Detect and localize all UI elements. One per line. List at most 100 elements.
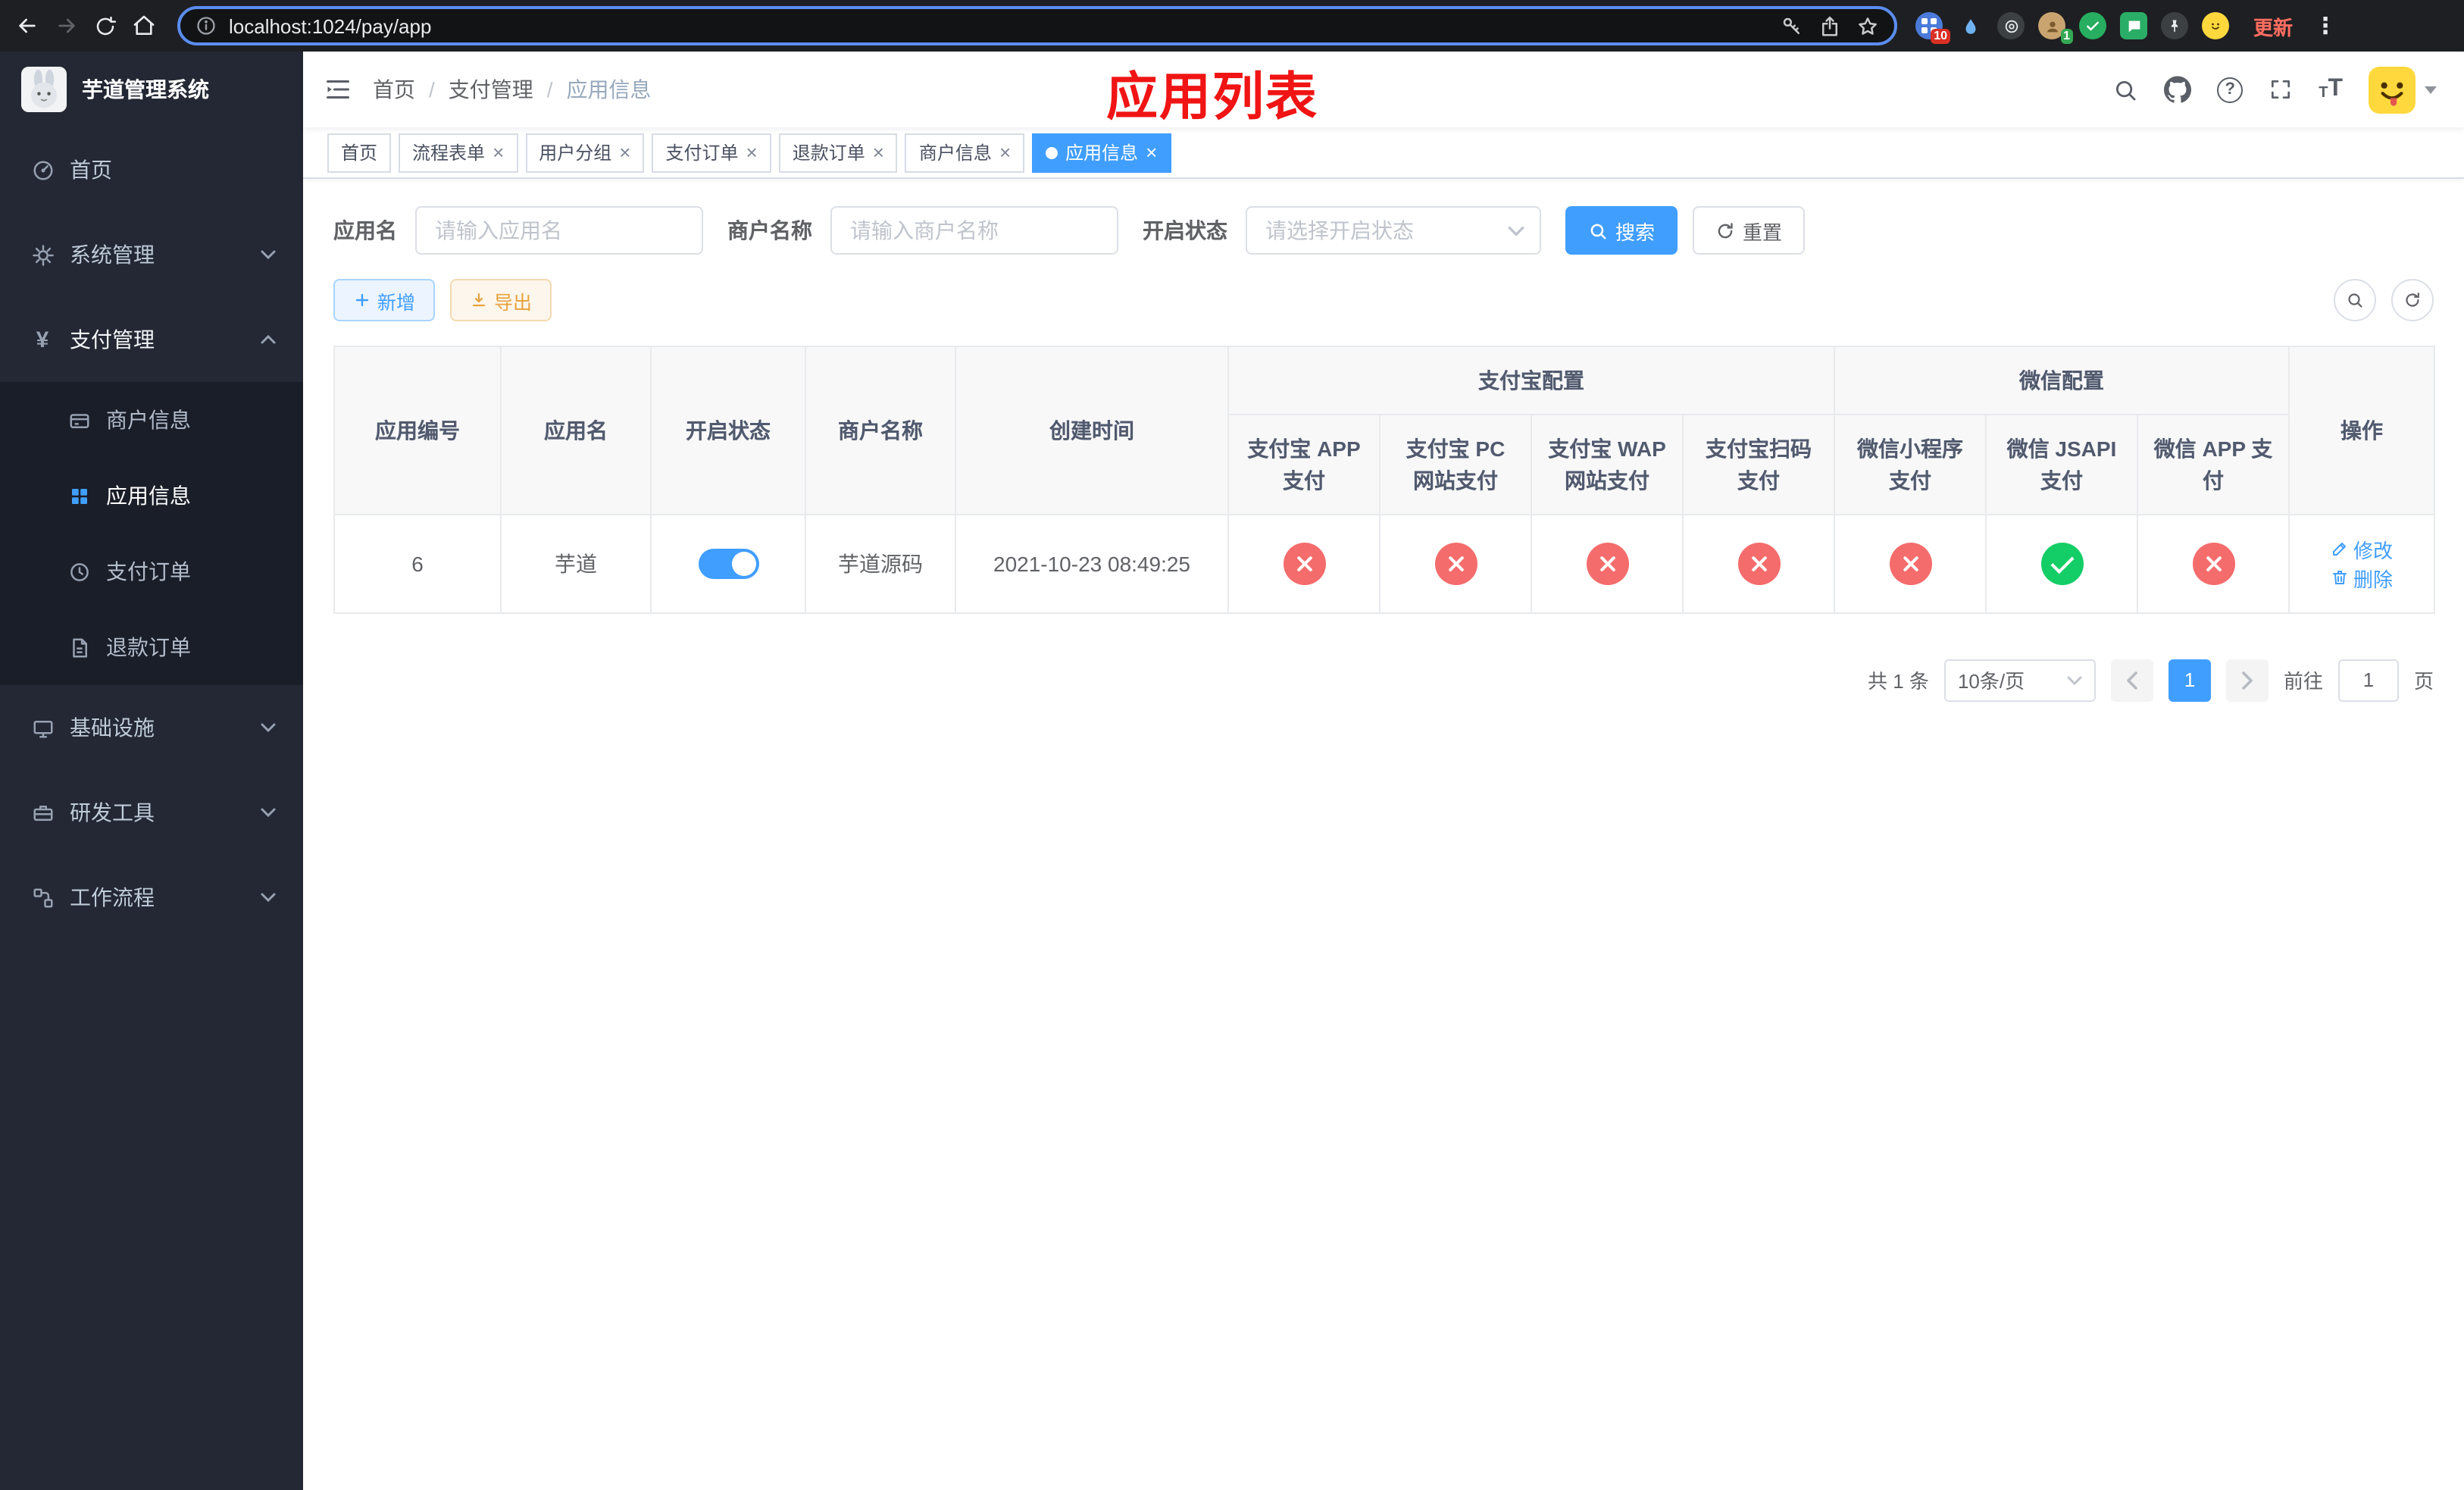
credit-card-icon xyxy=(67,408,91,431)
app-name-input[interactable] xyxy=(415,206,703,255)
url-text: localhost:1024/pay/app xyxy=(229,14,432,37)
sidebar-item-dev-tools[interactable]: 研发工具 xyxy=(0,770,303,855)
breadcrumb-separator: / xyxy=(546,77,553,102)
sidebar-item-refund-orders[interactable]: 退款订单 xyxy=(0,609,303,685)
payment-submenu: 商户信息 应用信息 支付订单 退款订单 xyxy=(0,382,303,685)
search-button[interactable]: 搜索 xyxy=(1565,206,1678,255)
extension-check-icon[interactable] xyxy=(2079,12,2106,39)
edit-button[interactable]: 修改 xyxy=(2331,535,2393,564)
chevron-down-icon xyxy=(1508,225,1524,236)
sidebar-item-app-info[interactable]: 应用信息 xyxy=(0,458,303,534)
goto-page-input[interactable] xyxy=(2337,659,2399,702)
fullscreen-icon[interactable] xyxy=(2269,77,2293,102)
breadcrumb-payment[interactable]: 支付管理 xyxy=(449,74,533,105)
close-icon[interactable]: × xyxy=(1146,142,1157,162)
search-icon[interactable] xyxy=(2112,77,2138,102)
forward-icon[interactable] xyxy=(55,14,79,38)
close-icon[interactable]: × xyxy=(746,142,758,162)
tag-merchant-info[interactable]: 商户信息 × xyxy=(905,133,1025,172)
col-wechat-app: 微信 APP 支付 xyxy=(2136,414,2290,515)
refresh-button[interactable] xyxy=(2391,279,2434,321)
sidebar-item-system[interactable]: 系统管理 xyxy=(0,212,303,297)
close-icon[interactable]: × xyxy=(619,142,630,162)
wechat-mini-status-icon xyxy=(1889,542,1931,585)
grid-icon xyxy=(67,484,91,507)
address-bar[interactable]: localhost:1024/pay/app xyxy=(177,6,1897,45)
browser-menu-icon[interactable]: ⋮ xyxy=(2311,12,2340,39)
logo-rabbit-icon xyxy=(21,67,67,112)
prev-page-button[interactable] xyxy=(2110,659,2153,702)
extension-grid-icon[interactable]: 10 xyxy=(1915,12,1950,44)
delete-button[interactable]: 删除 xyxy=(2331,564,2393,593)
col-status: 开启状态 xyxy=(650,346,806,515)
chevron-down-icon xyxy=(261,250,276,259)
col-merchant: 商户名称 xyxy=(805,346,956,515)
site-info-icon[interactable] xyxy=(195,15,217,36)
active-dot-icon xyxy=(1046,146,1058,158)
github-icon[interactable] xyxy=(2164,76,2192,103)
tag-refund-orders[interactable]: 退款订单 × xyxy=(778,133,898,172)
tag-payment-orders[interactable]: 支付订单 × xyxy=(652,133,771,172)
sidebar-item-merchant-info[interactable]: 商户信息 xyxy=(0,382,303,458)
reset-button[interactable]: 重置 xyxy=(1693,206,1806,255)
sidebar-toggle-icon[interactable] xyxy=(324,76,352,103)
breadcrumb-home[interactable]: 首页 xyxy=(373,74,415,105)
monitor-icon xyxy=(30,716,55,739)
sidebar-menu: 首页 系统管理 ¥ 支付管理 商户信息 应用信息 支付订单 退款订单 基础设施 … xyxy=(0,127,303,940)
home-icon[interactable] xyxy=(132,14,156,38)
add-button[interactable]: 新增 xyxy=(333,279,436,321)
extension-chat-icon[interactable] xyxy=(2120,12,2147,39)
tag-process-form[interactable]: 流程表单 × xyxy=(399,133,518,172)
app-logo[interactable]: 芋道管理系统 xyxy=(0,52,303,127)
col-create-time: 创建时间 xyxy=(955,346,1229,515)
sidebar-item-workflow[interactable]: 工作流程 xyxy=(0,855,303,940)
navbar-actions: ? TT xyxy=(2112,66,2437,113)
merchant-name-label: 商户名称 xyxy=(727,218,812,243)
close-icon[interactable]: × xyxy=(873,142,884,162)
sidebar-item-infrastructure[interactable]: 基础设施 xyxy=(0,685,303,770)
extension-avatar-icon[interactable]: 1 xyxy=(2038,12,2073,44)
extension-badge: 1 xyxy=(2060,29,2073,44)
cell-merchant: 芋道源码 xyxy=(805,513,956,614)
browser-update-button[interactable]: 更新 xyxy=(2253,11,2293,40)
app-table: 应用编号 应用名 开启状态 商户名称 创建时间 支付宝配置 微信配置 操作 支付… xyxy=(333,345,2436,614)
tag-user-group[interactable]: 用户分组 × xyxy=(525,133,645,172)
back-icon[interactable] xyxy=(15,14,39,38)
extension-emoji-icon[interactable] xyxy=(2202,12,2229,39)
wechat-app-status-icon xyxy=(2192,542,2234,585)
col-alipay-qr: 支付宝扫码支付 xyxy=(1682,414,1835,515)
status-toggle[interactable] xyxy=(698,548,758,579)
font-size-icon[interactable]: TT xyxy=(2319,77,2343,102)
next-page-button[interactable] xyxy=(2225,659,2269,702)
bookmark-star-icon[interactable] xyxy=(1856,14,1879,37)
close-icon[interactable]: × xyxy=(492,142,504,162)
user-avatar[interactable] xyxy=(2369,66,2437,113)
sidebar: 芋道管理系统 首页 系统管理 ¥ 支付管理 商户信息 应用信息 支付订单 退款订… xyxy=(0,52,303,1490)
page-size-select[interactable]: 10条/页 xyxy=(1943,659,2096,702)
yen-icon: ¥ xyxy=(36,327,49,352)
dashboard-icon xyxy=(30,158,55,181)
merchant-name-input[interactable] xyxy=(830,206,1118,255)
close-icon[interactable]: × xyxy=(999,142,1011,162)
sidebar-item-payment[interactable]: ¥ 支付管理 xyxy=(0,297,303,382)
help-icon[interactable]: ? xyxy=(2217,77,2244,102)
pagination: 共 1 条 10条/页 1 前往 页 xyxy=(333,659,2434,702)
status-select[interactable]: 请选择开启状态 xyxy=(1246,206,1541,255)
col-group-wechat: 微信配置 xyxy=(1833,345,2290,416)
export-button[interactable]: 导出 xyxy=(450,279,552,321)
extension-pin-icon[interactable] xyxy=(2161,12,2188,39)
extension-drop-icon[interactable] xyxy=(1956,12,1984,39)
sidebar-item-payment-orders[interactable]: 支付订单 xyxy=(0,534,303,609)
toggle-search-button[interactable] xyxy=(2334,279,2376,321)
extension-globe-icon[interactable] xyxy=(1997,12,2025,39)
password-key-icon[interactable] xyxy=(1781,14,1803,37)
reload-icon[interactable] xyxy=(94,14,117,37)
page-number-button[interactable]: 1 xyxy=(2168,659,2211,702)
col-alipay-pc: 支付宝 PC 网站支付 xyxy=(1379,414,1532,515)
goto-label: 前往 xyxy=(2283,670,2323,693)
share-icon[interactable] xyxy=(1818,14,1841,37)
tag-app-info[interactable]: 应用信息 × xyxy=(1032,133,1171,172)
tag-home[interactable]: 首页 xyxy=(327,133,392,172)
sidebar-item-home[interactable]: 首页 xyxy=(0,127,303,212)
breadcrumb: 首页 / 支付管理 / 应用信息 xyxy=(373,74,652,105)
